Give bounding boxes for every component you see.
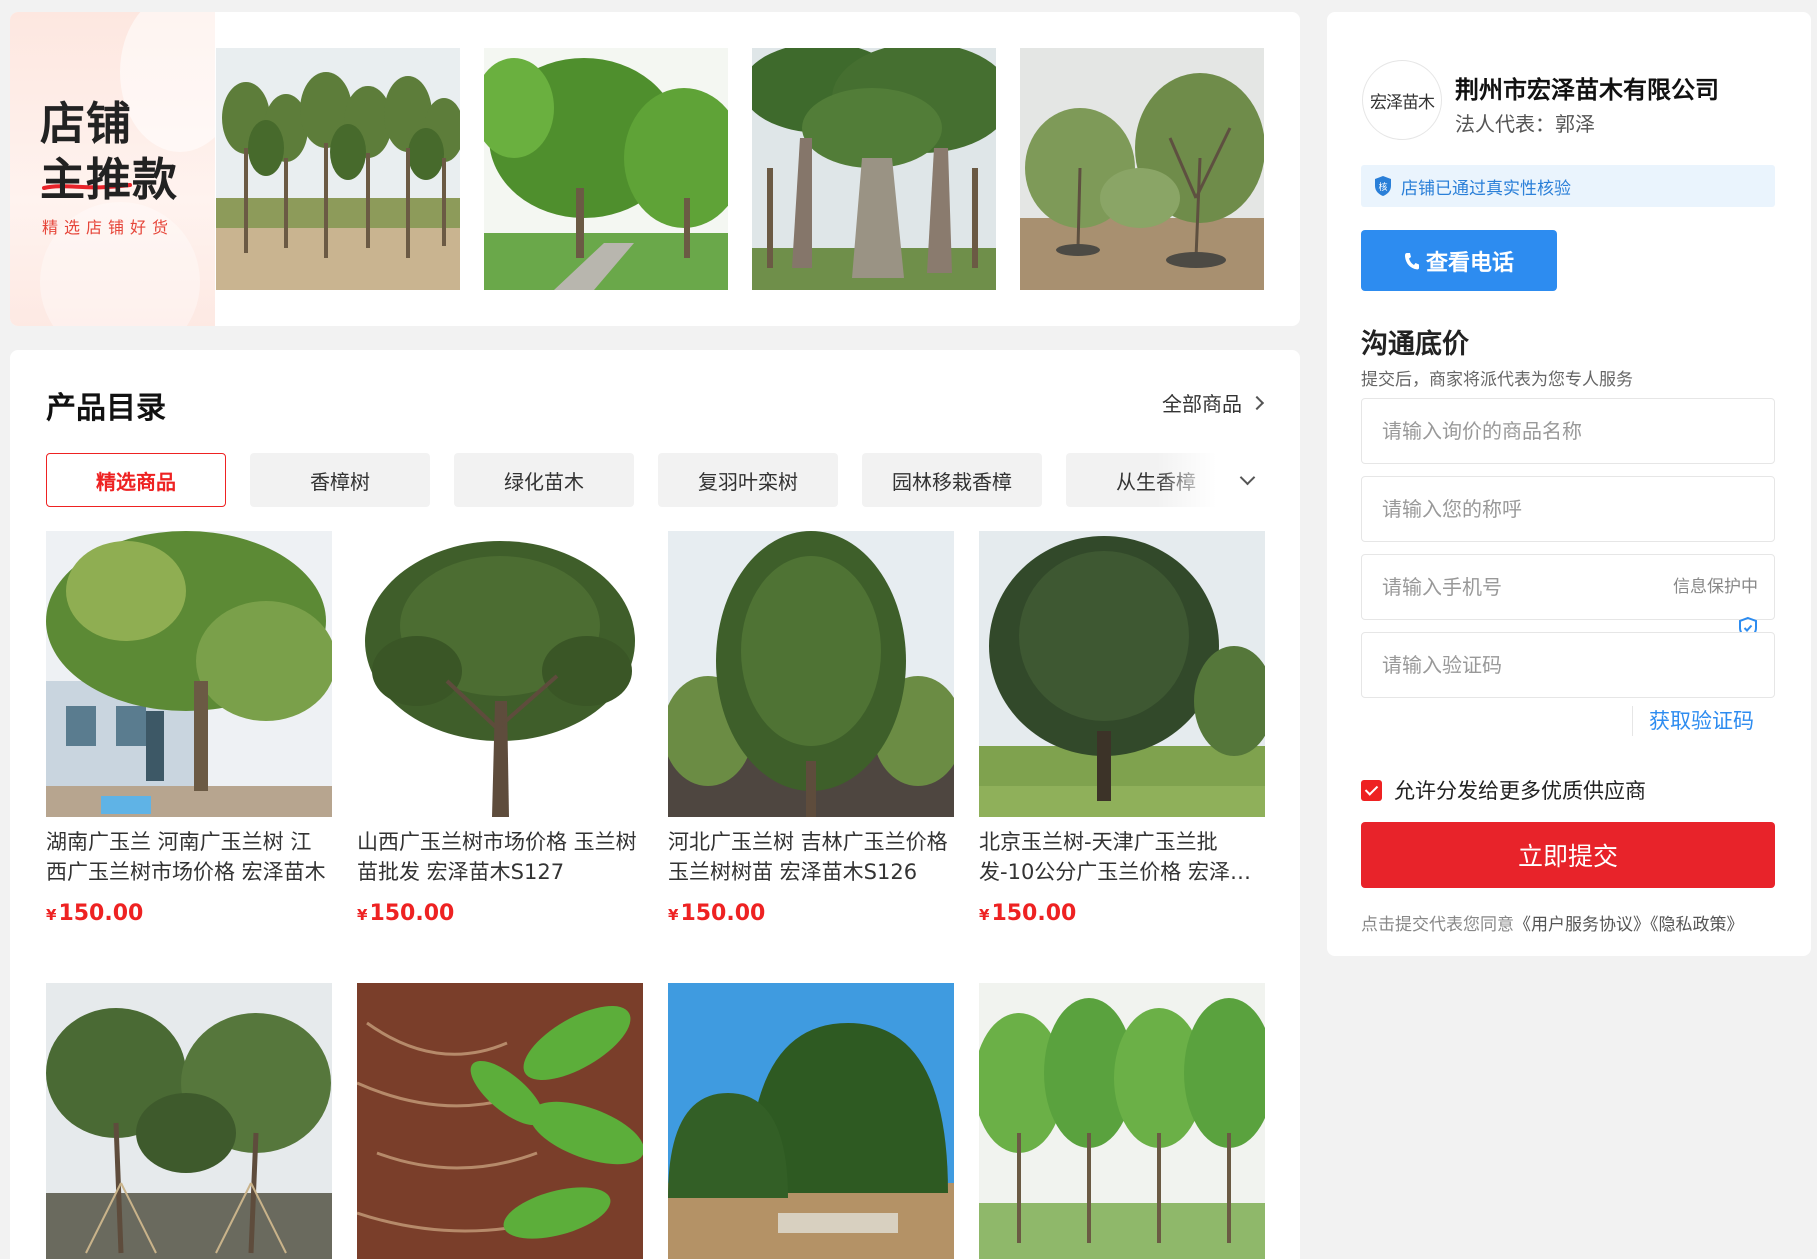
featured-image-4[interactable]	[1020, 48, 1264, 290]
svg-text:核: 核	[1378, 181, 1387, 193]
product-price: ¥150.00	[357, 901, 455, 926]
tab-transplant-camphor[interactable]: 园林移栽香樟	[862, 453, 1042, 507]
product-image	[46, 531, 332, 817]
legal-representative: 法人代表：郭泽	[1455, 112, 1595, 136]
product-catalog: 产品目录 全部商品 精选商品 香樟树 绿化苗木 复羽叶栾树 园林移栽香樟 从生香…	[10, 350, 1300, 1259]
product-name: 山西广玉兰树市场价格 玉兰树苗批发 宏泽苗木S127	[357, 830, 637, 884]
product-image	[357, 983, 643, 1259]
company-name: 荆州市宏泽苗木有限公司	[1455, 76, 1719, 104]
featured-title: 店铺 主推款	[40, 96, 178, 208]
product-image	[357, 531, 643, 817]
product-image	[668, 983, 954, 1259]
product-card[interactable]: 山西广玉兰树市场价格 玉兰树苗批发 宏泽苗木S127 ¥150.00	[357, 531, 643, 926]
consent-checkbox[interactable]	[1361, 779, 1382, 801]
tabs-expand-button[interactable]	[1232, 465, 1262, 495]
tab-featured[interactable]: 精选商品	[46, 453, 226, 507]
verification-code-input[interactable]	[1361, 632, 1775, 698]
featured-products-strip: 店铺 主推款 精选店铺好货	[10, 12, 1300, 326]
product-price: ¥150.00	[979, 901, 1077, 926]
privacy-policy-link[interactable]: 《隐私政策》	[1650, 915, 1744, 935]
verification-text: 店铺已通过真实性核验	[1401, 178, 1571, 199]
verified-shield-icon: 核	[1375, 176, 1391, 196]
phone-icon	[1404, 252, 1419, 269]
featured-subtitle: 精选店铺好货	[42, 218, 175, 237]
product-name: 北京玉兰树-天津广玉兰批发-10公分广玉兰价格 宏泽苗木S125	[979, 830, 1251, 884]
contact-name-input[interactable]	[1361, 476, 1775, 542]
product-price: ¥150.00	[668, 901, 766, 926]
view-phone-button[interactable]: 查看电话	[1361, 230, 1557, 291]
product-card[interactable]: 河北广玉兰树 吉林广玉兰价格 玉兰树树苗 宏泽苗木S126 ¥150.00	[668, 531, 954, 926]
featured-title-line2: 主推款	[40, 153, 179, 206]
product-image	[979, 983, 1265, 1259]
tab-camphor[interactable]: 香樟树	[250, 453, 430, 507]
featured-title-line1: 店铺	[40, 97, 133, 150]
product-name: 河北广玉兰树 吉林广玉兰价格 玉兰树树苗 宏泽苗木S126	[668, 830, 948, 884]
category-tabs: 精选商品 香樟树 绿化苗木 复羽叶栾树 园林移栽香樟 从生香樟	[46, 453, 1266, 507]
product-price: ¥150.00	[46, 901, 144, 926]
company-logo: 宏泽苗木	[1362, 60, 1442, 140]
featured-image-1[interactable]	[216, 48, 460, 290]
verification-banner: 核 店铺已通过真实性核验	[1361, 165, 1775, 207]
chevron-right-icon	[1249, 395, 1265, 410]
info-protection-tag: 信息保护中	[1667, 572, 1764, 597]
product-image	[46, 983, 332, 1259]
product-card[interactable]	[668, 983, 954, 1259]
featured-image-3[interactable]	[752, 48, 996, 290]
product-image	[979, 531, 1265, 817]
consent-label: 允许分发给更多优质供应商	[1394, 779, 1646, 803]
product-card[interactable]	[46, 983, 332, 1259]
user-agreement-link[interactable]: 《用户服务协议》	[1514, 915, 1650, 935]
all-products-label: 全部商品	[1162, 392, 1242, 416]
submit-button[interactable]: 立即提交	[1361, 822, 1775, 888]
shop-contact-panel: 宏泽苗木 荆州市宏泽苗木有限公司 法人代表：郭泽 核 店铺已通过真实性核验 查看…	[1327, 12, 1811, 956]
catalog-title: 产品目录	[46, 391, 166, 426]
view-phone-label: 查看电话	[1425, 250, 1514, 276]
tab-koelreuteria[interactable]: 复羽叶栾树	[658, 453, 838, 507]
product-name: 湖南广玉兰 河南广玉兰树 江西广玉兰树市场价格 宏泽苗木	[46, 830, 326, 884]
product-card[interactable]: 湖南广玉兰 河南广玉兰树 江西广玉兰树市场价格 宏泽苗木 ¥150.00	[46, 531, 332, 926]
distribute-consent[interactable]: 允许分发给更多优质供应商	[1361, 775, 1646, 805]
product-image	[668, 531, 954, 817]
featured-label-panel: 店铺 主推款 精选店铺好货	[10, 12, 215, 326]
inquiry-subtitle: 提交后，商家将派代表为您专人服务	[1361, 370, 1633, 390]
chevron-down-icon	[1239, 469, 1255, 485]
inquiry-title: 沟通底价	[1361, 329, 1469, 360]
all-products-link[interactable]: 全部商品	[1162, 388, 1265, 417]
product-card[interactable]	[357, 983, 643, 1259]
tab-greening[interactable]: 绿化苗木	[454, 453, 634, 507]
product-name-input[interactable]	[1361, 398, 1775, 464]
agreement-text: 点击提交代表您同意《用户服务协议》《隐私政策》	[1361, 915, 1744, 935]
get-code-link[interactable]: 获取验证码	[1649, 705, 1754, 735]
product-card[interactable]	[979, 983, 1265, 1259]
featured-image-2[interactable]	[484, 48, 728, 290]
product-card[interactable]: 北京玉兰树-天津广玉兰批发-10公分广玉兰价格 宏泽苗木S125 ¥150.00	[979, 531, 1265, 926]
